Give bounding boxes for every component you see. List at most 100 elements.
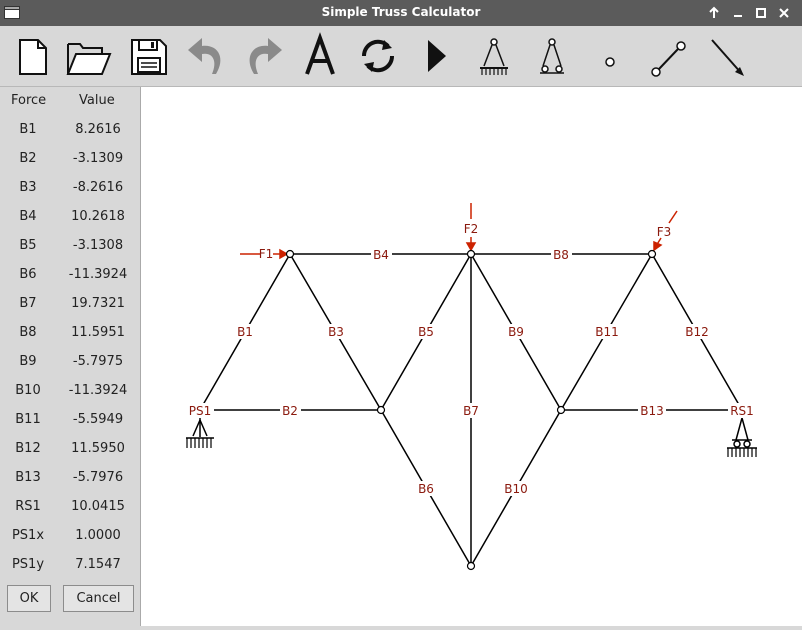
force-name: B7 bbox=[19, 296, 37, 311]
force-value: -5.7975 bbox=[72, 354, 124, 369]
force-name: B3 bbox=[19, 180, 37, 195]
run-icon[interactable] bbox=[412, 32, 460, 80]
table-row: B13 -5.7976 bbox=[0, 463, 140, 492]
force-icon[interactable] bbox=[702, 32, 750, 80]
force-name: B4 bbox=[19, 209, 37, 224]
save-icon[interactable] bbox=[124, 32, 172, 80]
force-name: B5 bbox=[19, 238, 37, 253]
force-name: B13 bbox=[15, 470, 41, 485]
support-label: PS1 bbox=[189, 404, 212, 418]
force-name: B11 bbox=[15, 412, 41, 427]
member-label: B12 bbox=[685, 325, 709, 339]
member-label: B13 bbox=[640, 404, 664, 418]
table-row: B1 8.2616 bbox=[0, 115, 140, 144]
force-value: 1.0000 bbox=[75, 528, 121, 543]
table-row: B8 11.5951 bbox=[0, 318, 140, 347]
force-f3-arrowhead bbox=[653, 240, 663, 252]
node[interactable] bbox=[466, 561, 476, 571]
force-value: 7.1547 bbox=[75, 557, 121, 572]
keep-above-icon[interactable] bbox=[706, 5, 722, 21]
force-value: -3.1308 bbox=[72, 238, 124, 253]
force-value: -11.3924 bbox=[68, 267, 128, 282]
node[interactable] bbox=[285, 249, 295, 259]
support-rs1-roller bbox=[743, 440, 751, 448]
member-label: B1 bbox=[237, 325, 253, 339]
open-folder-icon[interactable] bbox=[64, 32, 112, 80]
force-value: 19.7321 bbox=[71, 296, 125, 311]
node[interactable] bbox=[376, 405, 386, 415]
force-name: B12 bbox=[15, 441, 41, 456]
force-f2-arrowhead bbox=[465, 242, 477, 252]
force-label: F1 bbox=[259, 247, 274, 261]
member-label: B10 bbox=[504, 482, 528, 496]
table-row: PS1x 1.0000 bbox=[0, 521, 140, 550]
force-value: -5.7976 bbox=[72, 470, 124, 485]
table-row: B2 -3.1309 bbox=[0, 144, 140, 173]
support-ps1-hatch bbox=[186, 438, 212, 448]
table-row: RS1 10.0415 bbox=[0, 492, 140, 521]
member-label: B6 bbox=[418, 482, 434, 496]
member-label: B3 bbox=[328, 325, 344, 339]
force-label: F2 bbox=[464, 222, 479, 236]
truss-canvas[interactable]: B1 B2 B3 B4 B5 B6 B7 B8 B9 B10 B11 B12 B… bbox=[140, 87, 802, 626]
toolbar bbox=[0, 26, 802, 87]
force-value: -3.1309 bbox=[72, 151, 124, 166]
force-value: 8.2616 bbox=[75, 122, 121, 137]
table-row: B4 10.2618 bbox=[0, 202, 140, 231]
window-title: Simple Truss Calculator bbox=[321, 5, 481, 19]
force-name: RS1 bbox=[15, 499, 41, 514]
force-value: 11.5951 bbox=[71, 325, 125, 340]
refresh-icon[interactable] bbox=[354, 32, 402, 80]
force-value: 11.5950 bbox=[71, 441, 125, 456]
labels-icon[interactable] bbox=[296, 32, 344, 80]
maximize-icon[interactable] bbox=[753, 5, 769, 21]
support-rs1-hatch bbox=[727, 448, 757, 457]
results-panel: Force Value B1 8.2616 B2 -3.1309 B3 -8.2616… bbox=[0, 87, 140, 627]
force-value: -8.2616 bbox=[72, 180, 124, 195]
node-icon[interactable] bbox=[586, 32, 634, 80]
member-label: B9 bbox=[508, 325, 524, 339]
node[interactable] bbox=[647, 249, 657, 259]
table-row: B12 11.5950 bbox=[0, 434, 140, 463]
ok-button[interactable]: OK bbox=[7, 585, 51, 612]
cancel-button[interactable]: Cancel bbox=[63, 585, 134, 612]
member-label: B4 bbox=[373, 248, 389, 262]
redo-icon[interactable] bbox=[240, 32, 288, 80]
force-label: F3 bbox=[657, 225, 672, 239]
node[interactable] bbox=[466, 249, 476, 259]
table-row: B10 -11.3924 bbox=[0, 376, 140, 405]
title-bar: Simple Truss Calculator bbox=[0, 0, 802, 26]
new-file-icon[interactable] bbox=[8, 32, 56, 80]
roller-support-icon[interactable] bbox=[528, 32, 576, 80]
minimize-icon[interactable] bbox=[730, 5, 746, 21]
force-name: B10 bbox=[15, 383, 41, 398]
force-value: -5.5949 bbox=[72, 412, 124, 427]
force-f3-tail bbox=[668, 210, 678, 224]
member-label: B8 bbox=[553, 248, 569, 262]
member-label: B11 bbox=[595, 325, 619, 339]
force-value: 10.2618 bbox=[71, 209, 125, 224]
force-name: B1 bbox=[19, 122, 37, 137]
force-name: PS1x bbox=[11, 528, 45, 543]
force-value: 10.0415 bbox=[71, 499, 125, 514]
table-row: B5 -3.1308 bbox=[0, 231, 140, 260]
force-name: B9 bbox=[19, 354, 37, 369]
table-row: PS1y 7.1547 bbox=[0, 550, 140, 579]
member-label: B2 bbox=[282, 404, 298, 418]
support-rs1-legs bbox=[735, 417, 749, 441]
force-name: B6 bbox=[19, 267, 37, 282]
member-icon[interactable] bbox=[644, 32, 692, 80]
pinned-support-icon[interactable] bbox=[470, 32, 518, 80]
force-name: PS1y bbox=[11, 557, 45, 572]
node[interactable] bbox=[556, 405, 566, 415]
close-icon[interactable] bbox=[776, 5, 792, 21]
table-row: B9 -5.7975 bbox=[0, 347, 140, 376]
truss-diagram: B1 B2 B3 B4 B5 B6 B7 B8 B9 B10 B11 B12 B… bbox=[186, 203, 757, 571]
member-label: B5 bbox=[418, 325, 434, 339]
force-name: B8 bbox=[19, 325, 37, 340]
value-column-header: Value bbox=[79, 93, 115, 108]
undo-icon[interactable] bbox=[182, 32, 230, 80]
table-row: B6 -11.3924 bbox=[0, 260, 140, 289]
support-label: RS1 bbox=[730, 404, 754, 418]
member-label: B7 bbox=[463, 404, 479, 418]
